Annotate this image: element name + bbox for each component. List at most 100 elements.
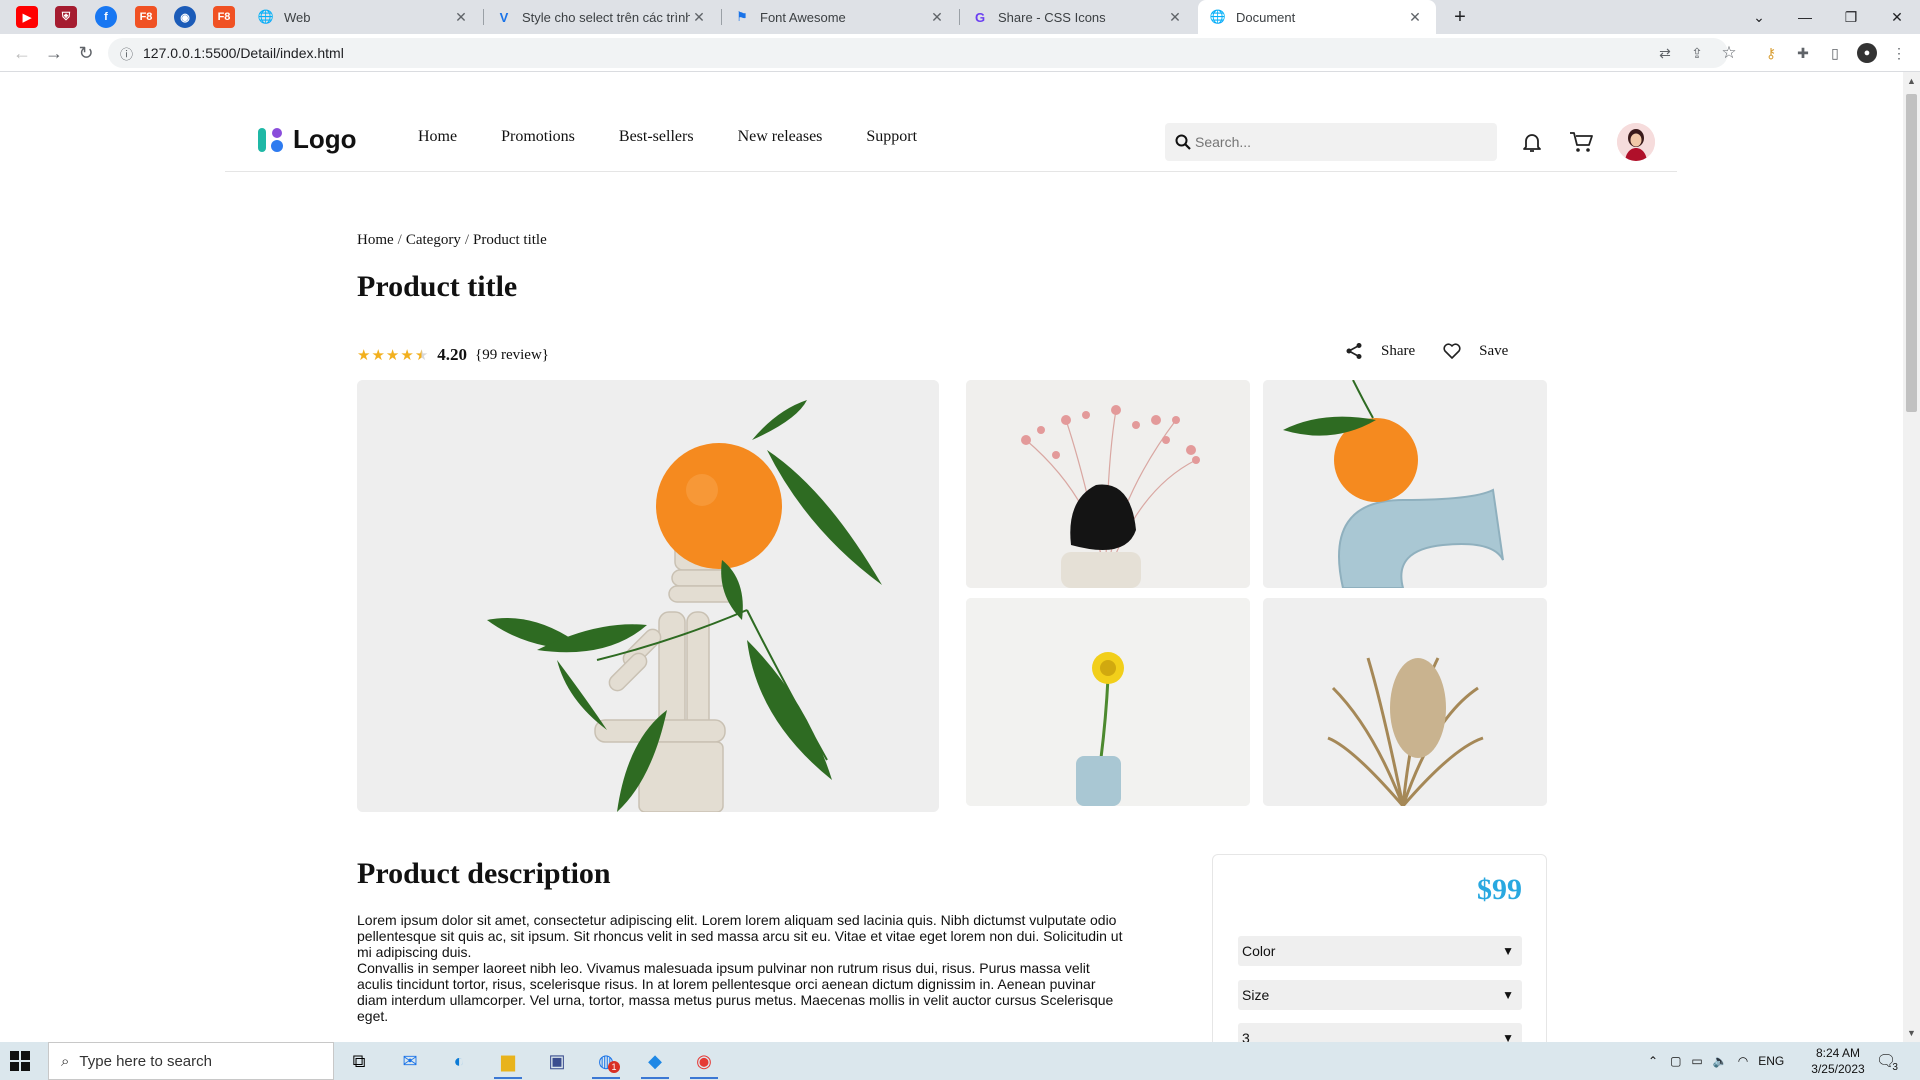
taskbar-search-placeholder: Type here to search	[79, 1052, 212, 1070]
pinned-tab-facebook[interactable]: f	[95, 6, 117, 28]
language-indicator[interactable]: ENG	[1758, 1054, 1784, 1068]
pinned-tab-youtube[interactable]: ▶	[16, 6, 38, 28]
restore-button[interactable]: ❐	[1828, 0, 1874, 34]
wifi-icon[interactable]: ◠	[1738, 1054, 1748, 1068]
zalo-icon[interactable]: ◍ 1	[590, 1047, 622, 1079]
clock-date: 3/25/2023	[1811, 1062, 1865, 1076]
color-select[interactable]: Color ▼	[1238, 936, 1522, 966]
breadcrumb-home[interactable]: Home	[357, 232, 394, 248]
side-panel-icon[interactable]: ▯	[1825, 43, 1845, 63]
logo-icon	[258, 127, 283, 152]
page-scrollbar[interactable]: ▲ ▼	[1903, 72, 1920, 1042]
bookmark-star-icon[interactable]: ☆	[1719, 43, 1739, 63]
site-logo[interactable]: Logo	[257, 124, 357, 155]
browser-toolbar: ← → ↻ ⓘ 127.0.0.1:5500/Detail/index.html…	[0, 34, 1920, 72]
save-button[interactable]: Save	[1443, 343, 1508, 360]
cart-icon[interactable]	[1566, 127, 1596, 157]
clock-time: 8:24 AM	[1815, 1046, 1861, 1060]
search-input[interactable]	[1195, 134, 1475, 150]
star-icon: ★	[400, 347, 414, 364]
terminal-icon[interactable]: ▣	[541, 1047, 573, 1075]
product-main-image[interactable]	[357, 380, 939, 812]
pinned-tab-harvard[interactable]: ⛨	[55, 6, 77, 28]
back-button[interactable]: ←	[10, 41, 34, 65]
scroll-down-icon[interactable]: ▼	[1907, 1028, 1916, 1038]
minimize-button[interactable]: —	[1782, 0, 1828, 34]
pinned-tab-f8[interactable]: F8	[135, 6, 157, 28]
description-paragraph: Lorem ipsum dolor sit amet, consectetur …	[357, 912, 1123, 960]
mail-icon[interactable]: ✉	[394, 1047, 426, 1075]
bell-icon[interactable]	[1517, 127, 1547, 157]
meet-now-icon[interactable]: ▢	[1670, 1054, 1681, 1068]
close-icon[interactable]: ✕	[1166, 9, 1184, 26]
rating-stars: ★ ★ ★ ★ ★	[357, 346, 429, 364]
nav-best-sellers[interactable]: Best-sellers	[619, 128, 694, 146]
menu-kebab-icon[interactable]: ⋮	[1889, 43, 1909, 63]
tab-style-select[interactable]: V Style cho select trên các trình du ✕	[484, 0, 720, 34]
tab-title: Style cho select trên các trình du	[522, 9, 690, 25]
extension-key-icon[interactable]: ⚷	[1761, 43, 1781, 63]
close-icon[interactable]: ✕	[690, 9, 708, 26]
chrome-icon[interactable]: ◉	[688, 1047, 720, 1079]
address-bar[interactable]: ⓘ 127.0.0.1:5500/Detail/index.html	[108, 38, 1728, 68]
volume-icon[interactable]: 🔈	[1713, 1054, 1728, 1068]
pinned-tab-f8-second[interactable]: F8	[213, 6, 235, 28]
scrollbar-thumb[interactable]	[1906, 94, 1917, 412]
info-icon[interactable]: ⓘ	[120, 44, 133, 63]
task-view-icon[interactable]: ⧉	[343, 1047, 375, 1075]
breadcrumb-category[interactable]: Category	[406, 232, 461, 248]
reload-button[interactable]: ↻	[74, 41, 98, 65]
edge-icon[interactable]: ◐	[443, 1047, 475, 1075]
search-icon: ⌕	[61, 1052, 70, 1070]
close-icon[interactable]: ✕	[452, 9, 470, 26]
nav-support[interactable]: Support	[866, 128, 917, 146]
tab-document[interactable]: 🌐 Document ✕	[1198, 0, 1436, 34]
url-text: 127.0.0.1:5500/Detail/index.html	[143, 45, 344, 61]
share-page-icon[interactable]: ⇪	[1687, 43, 1707, 63]
tray-chevron-up-icon[interactable]: ⌃	[1648, 1054, 1658, 1068]
translate-icon[interactable]: ⇄	[1655, 43, 1675, 63]
tab-web[interactable]: 🌐 Web ✕	[246, 0, 482, 34]
scroll-up-icon[interactable]: ▲	[1907, 76, 1916, 86]
tab-css-icons[interactable]: G Share - CSS Icons ✕	[960, 0, 1196, 34]
nav-promotions[interactable]: Promotions	[501, 128, 575, 146]
breadcrumb-current: Product title	[473, 232, 547, 248]
product-thumbnail[interactable]	[1263, 598, 1547, 806]
taskbar-search[interactable]: ⌕ Type here to search	[48, 1042, 334, 1080]
close-icon[interactable]: ✕	[928, 9, 946, 26]
user-avatar[interactable]	[1617, 123, 1655, 161]
close-icon[interactable]: ✕	[1406, 9, 1424, 26]
close-window-button[interactable]: ✕	[1874, 0, 1920, 34]
product-thumbnail[interactable]	[966, 380, 1250, 588]
tab-search-icon[interactable]: ⌄	[1736, 0, 1782, 34]
notification-count: 3	[1892, 1061, 1898, 1073]
star-icon: ★	[385, 347, 400, 364]
description-title: Product description	[357, 857, 611, 890]
profile-avatar-icon[interactable]: ●	[1857, 43, 1877, 63]
forward-button[interactable]: →	[42, 41, 66, 65]
tab-title: Share - CSS Icons	[998, 9, 1106, 25]
review-count[interactable]: {99 review}	[475, 347, 549, 364]
new-tab-button[interactable]: +	[1437, 0, 1483, 34]
notification-center-icon[interactable]: 🗨 3	[1876, 1042, 1898, 1080]
nav-home[interactable]: Home	[418, 128, 457, 146]
size-select[interactable]: Size ▼	[1238, 980, 1522, 1010]
page-title: Product title	[357, 270, 518, 303]
share-icon	[1345, 342, 1363, 360]
star-icon: ★	[357, 347, 371, 364]
product-thumbnail[interactable]	[1263, 380, 1547, 588]
vscode-icon[interactable]: ◆	[639, 1047, 671, 1079]
file-explorer-icon[interactable]: ▆	[492, 1047, 524, 1079]
taskbar-clock[interactable]: 8:24 AM 3/25/2023	[1806, 1045, 1870, 1077]
size-select-value: Size	[1242, 987, 1270, 1003]
battery-icon[interactable]: ▭	[1691, 1054, 1702, 1068]
pinned-tab-profile[interactable]: ◉	[174, 6, 196, 28]
tab-font-awesome[interactable]: ⚑ Font Awesome ✕	[722, 0, 958, 34]
extensions-puzzle-icon[interactable]: ✚	[1793, 43, 1813, 63]
share-button[interactable]: Share	[1345, 342, 1415, 360]
quantity-select[interactable]: 3 ▼	[1238, 1023, 1522, 1042]
site-header: Logo Home Promotions Best-sellers New re…	[225, 102, 1677, 172]
windows-start-icon[interactable]	[10, 1051, 30, 1071]
product-thumbnail[interactable]	[966, 598, 1250, 806]
nav-new-releases[interactable]: New releases	[738, 128, 823, 146]
